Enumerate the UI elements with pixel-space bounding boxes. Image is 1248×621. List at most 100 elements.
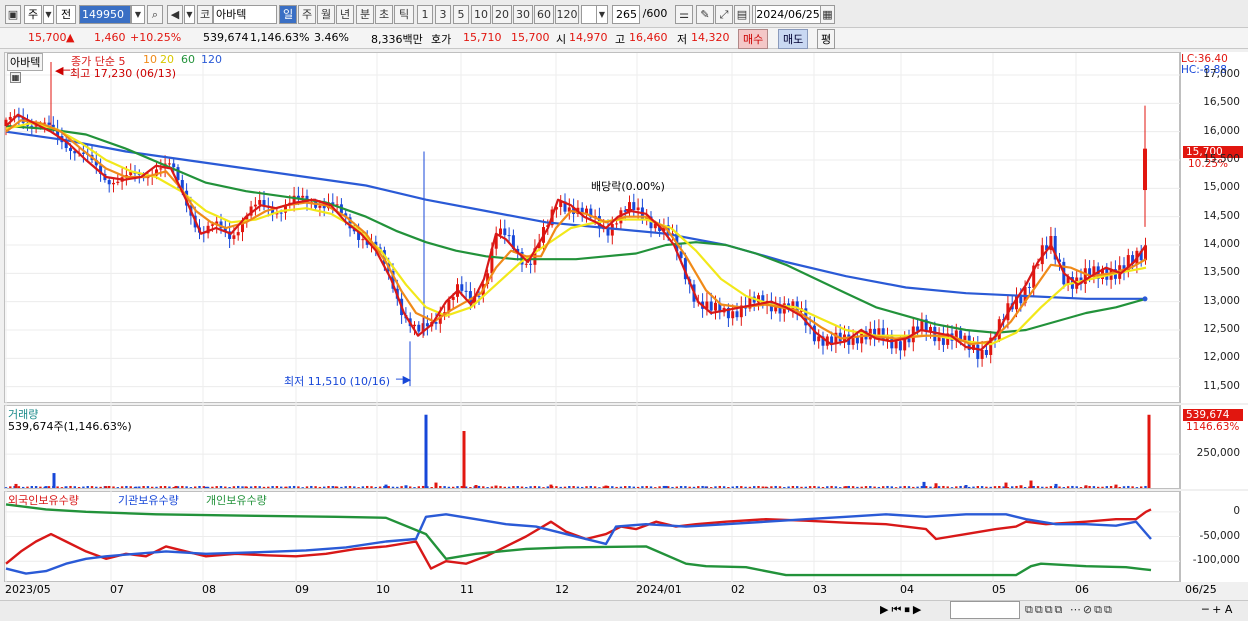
volume-bar (439, 486, 442, 488)
price-tick-label: 17,000 (1203, 68, 1240, 80)
volume-bar (692, 486, 696, 488)
view-tools-icon[interactable]: ⧉⧉⧉⧉ ⋯⊘⧉⧉ (1025, 603, 1114, 617)
volume-bar (469, 487, 472, 488)
volume-bar (1127, 485, 1130, 488)
volume-bar (671, 486, 674, 488)
volume-bar (249, 486, 253, 488)
volume-bar (224, 486, 227, 488)
zoom-controls[interactable]: ─ + A (1202, 603, 1232, 616)
volume-bar (753, 486, 756, 488)
legend-ma60[interactable]: 60 (181, 53, 195, 66)
volume-bar (189, 487, 193, 488)
volume-bar (899, 486, 902, 488)
x-axis-label: 09 (295, 583, 309, 596)
ma10-line (5, 119, 1147, 346)
volume-bar (181, 485, 184, 488)
volume-bar (555, 486, 558, 488)
volume-bar (581, 486, 584, 488)
volume-bar (980, 486, 984, 488)
volume-bar (604, 485, 608, 488)
price-tick-label: 12,500 (1203, 323, 1240, 335)
volume-bar (1092, 486, 1096, 488)
volume-bar (244, 486, 248, 488)
volume-bar (116, 487, 119, 488)
volume-bar (387, 486, 390, 488)
volume-bar (549, 484, 553, 488)
legend-institution[interactable]: 기관보유수량 (118, 492, 179, 508)
candle-body (464, 290, 468, 292)
volume-bar (241, 486, 244, 488)
holdings-line-1 (5, 513, 1152, 575)
volume-bar (894, 487, 898, 488)
volume-bar (791, 485, 795, 488)
scrollbar[interactable] (950, 601, 1020, 619)
candle-body (976, 344, 980, 359)
price-tick-label: 15,000 (1203, 181, 1240, 194)
candle-body (116, 181, 120, 183)
candle-body (898, 341, 902, 351)
chart-title[interactable]: 아바텍 (7, 53, 44, 71)
volume-bar (877, 486, 881, 488)
volume-bar (267, 486, 270, 488)
grid-toggle-icon[interactable]: ▦ (10, 72, 21, 83)
volume-bar (357, 487, 360, 488)
volume-bar (684, 486, 687, 488)
candle-body (529, 263, 533, 265)
volume-bar (262, 486, 266, 488)
volume-bar (86, 486, 89, 488)
volume-bar (413, 487, 416, 488)
candle-body (894, 341, 898, 349)
volume-bar (151, 486, 154, 488)
volume-bar (462, 431, 466, 488)
volume-bar (1122, 486, 1126, 488)
volume-bar (288, 486, 291, 488)
volume-bar (873, 486, 876, 488)
volume-bar (649, 486, 653, 488)
volume-bar (340, 486, 343, 488)
x-axis-label: 05 (992, 583, 1006, 596)
volume-bar (310, 485, 313, 488)
volume-bar (710, 487, 713, 488)
volume-bar (204, 486, 208, 488)
volume-bar (619, 486, 623, 488)
volume-bar (976, 486, 979, 488)
volume-bar (834, 486, 838, 488)
volume-bar (520, 486, 524, 488)
volume-bar (813, 486, 816, 488)
x-axis-label: 12 (555, 583, 569, 596)
volume-bar (722, 486, 726, 488)
price-tick-label: 16,000 (1203, 124, 1240, 137)
volume-bar (731, 486, 734, 488)
volume-bar (1058, 486, 1061, 488)
legend-ma120[interactable]: 120 (201, 53, 222, 66)
volume-bar (52, 473, 56, 488)
candle-body (903, 338, 907, 351)
volume-bar (34, 486, 38, 488)
volume-bar (964, 485, 968, 488)
volume-bar (305, 486, 309, 488)
scroll-controls[interactable]: ▶⏮⏹▶ (880, 603, 924, 617)
price-tick-label: 11,500 (1203, 379, 1240, 392)
volume-bar (348, 485, 352, 488)
volume-bar (937, 486, 941, 488)
volume-bar (301, 487, 304, 488)
candle-body (636, 207, 640, 211)
volume-bar (701, 485, 704, 488)
price-tick-label: 13,000 (1203, 294, 1240, 307)
volume-bar (1045, 486, 1048, 488)
candle-body (434, 322, 438, 324)
volume-bar (22, 486, 25, 488)
volume-bar (946, 486, 949, 488)
volume-bar (770, 486, 773, 488)
ma120-end-dot (1142, 296, 1148, 302)
volume-bar (860, 486, 863, 488)
last-candle-body (1143, 148, 1147, 191)
volume-summary: 539,674주(1,146.63%) (8, 420, 132, 433)
volume-bar (1041, 486, 1044, 488)
legend-individual[interactable]: 개인보유수량 (206, 492, 267, 508)
volume-bar (56, 486, 59, 488)
ma20-line (5, 122, 1147, 346)
legend-foreign[interactable]: 외국인보유수량 (8, 492, 79, 508)
volume-bar (783, 487, 786, 488)
volume-bar (430, 487, 433, 488)
